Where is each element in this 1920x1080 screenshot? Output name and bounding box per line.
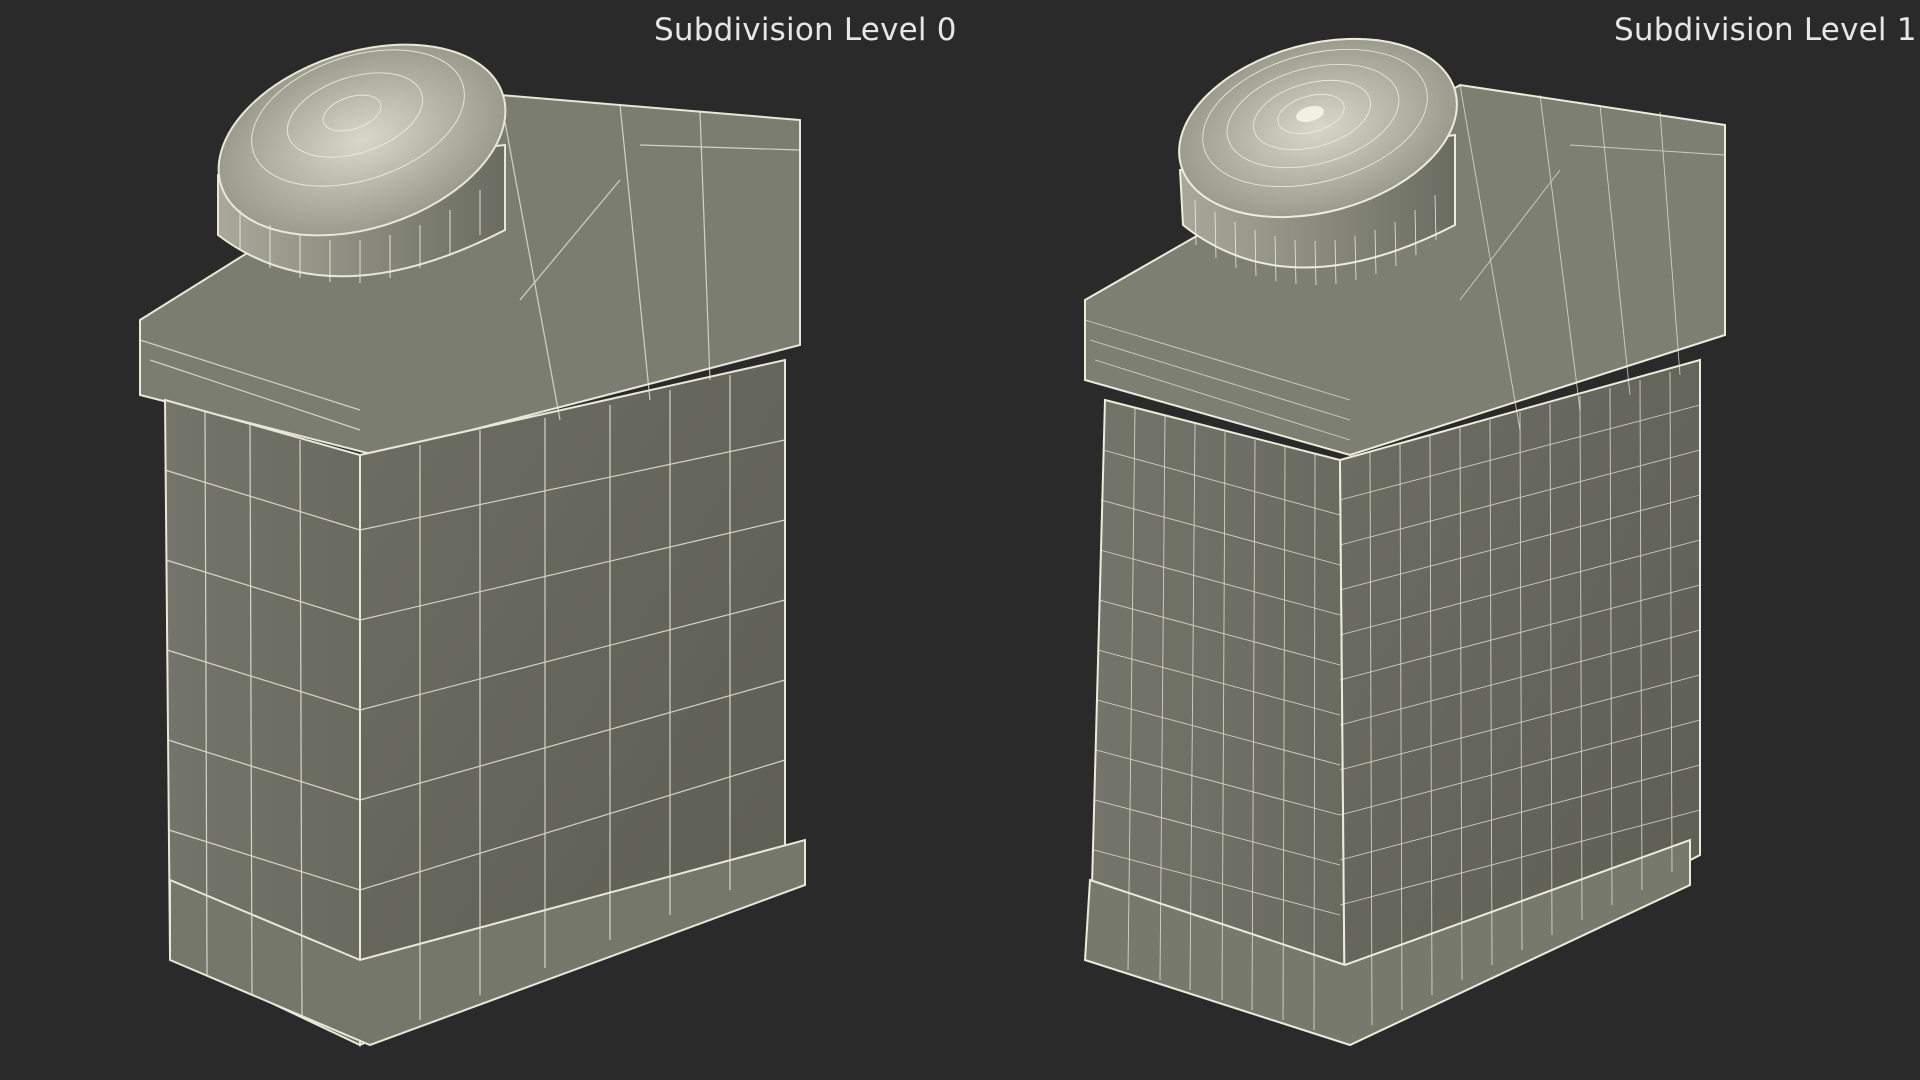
- render-viewport: Subdivision Level 0 Subdivision Level 1: [0, 0, 1920, 1080]
- bottle-0-cap: [217, 43, 507, 283]
- bottle-level-1: [1083, 37, 1726, 1047]
- bottle-level-0: [139, 43, 806, 1047]
- wireframe-render: [139, 37, 1726, 1047]
